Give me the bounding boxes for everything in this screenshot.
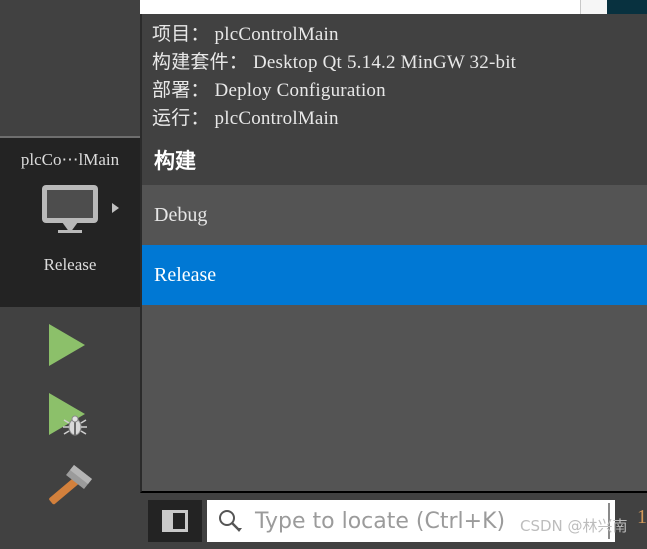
summary-line-deploy: 部署： Deploy Configuration — [152, 80, 386, 101]
kit-selector-button[interactable]: plcCo⋯lMain Release — [0, 136, 140, 307]
monitor-bezel — [42, 185, 98, 223]
search-magnifier-icon[interactable] — [217, 508, 243, 534]
page-number: 1 — [637, 506, 647, 528]
debug-button[interactable] — [0, 379, 140, 451]
top-gray-strip — [580, 0, 607, 14]
monitor-base — [58, 230, 82, 233]
desktop-monitor-icon — [42, 185, 98, 233]
monitor-screen — [47, 190, 93, 218]
panel-toggle-icon — [162, 510, 188, 532]
build-item-label: Release — [154, 263, 217, 286]
summary-line-project: 项目： plcControlMain — [152, 24, 339, 45]
panel-toggle-right-pane — [173, 513, 185, 529]
build-section-header: 构建 — [142, 135, 647, 185]
kit-build-configuration-label: Release — [43, 255, 97, 274]
build-item-label: Debug — [154, 203, 208, 226]
top-teal-strip — [607, 0, 647, 14]
popup-empty-area — [142, 305, 647, 491]
locator-placeholder-text: Type to locate (Ctrl+K) — [255, 508, 506, 534]
bug-icon — [63, 415, 87, 436]
summary-line-kit: 构建套件： Desktop Qt 5.14.2 MinGW 32-bit — [152, 52, 517, 73]
run-button[interactable] — [0, 307, 140, 379]
top-white-strip — [140, 0, 647, 14]
left-mode-sidebar: plcCo⋯lMain Release — [0, 0, 140, 549]
kit-icon-row — [0, 183, 140, 248]
build-item-release[interactable]: Release — [142, 245, 647, 305]
popup-summary: 项目： plcControlMain 构建套件： Desktop Qt 5.14… — [142, 14, 647, 135]
panel-toggle-button[interactable] — [148, 500, 202, 542]
chevron-right-icon[interactable] — [112, 203, 119, 213]
play-triangle-icon — [49, 324, 85, 366]
panel-toggle-left-pane — [165, 513, 173, 529]
bottom-bar: Type to locate (Ctrl+K) CSDN @林兴南 1 — [140, 495, 647, 549]
build-item-debug[interactable]: Debug — [142, 185, 647, 245]
summary-line-run: 运行： plcControlMain — [152, 108, 339, 129]
build-button[interactable] — [0, 451, 140, 523]
kit-selector-popup: 项目： plcControlMain 构建套件： Desktop Qt 5.14… — [140, 14, 647, 493]
csdn-watermark: CSDN @林兴南 — [520, 517, 628, 535]
hammer-icon — [49, 465, 92, 505]
kit-project-name: plcCo⋯lMain — [20, 150, 120, 169]
